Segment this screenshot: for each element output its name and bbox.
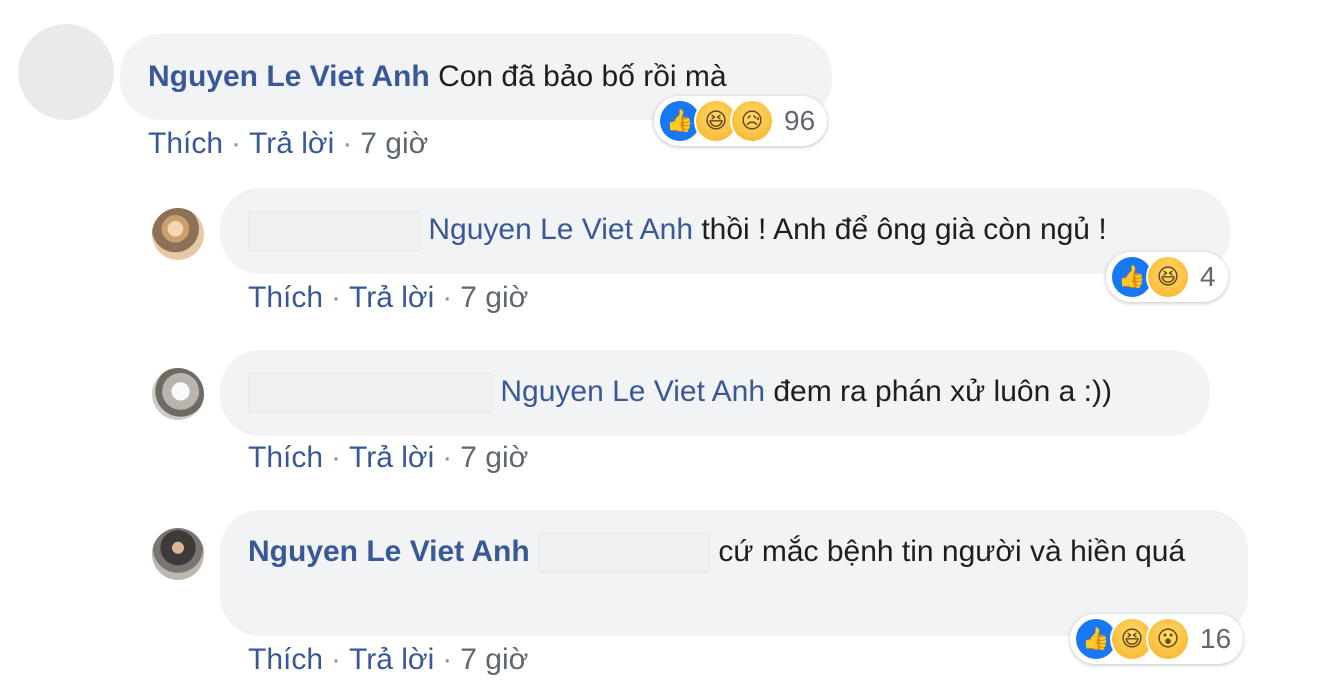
avatar[interactable]	[152, 528, 204, 580]
reply-bubble: Nguyen Le Viet Anh thồi ! Anh để ông già…	[220, 188, 1230, 274]
like-link[interactable]: Thích	[248, 643, 323, 676]
timestamp-link[interactable]: 7 giờ	[460, 643, 528, 676]
haha-icon: 😆	[1146, 255, 1190, 299]
comment-author-link[interactable]: Nguyen Le Viet Anh	[148, 60, 430, 93]
reaction-count: 4	[1200, 261, 1216, 292]
mention-link[interactable]: Nguyen Le Viet Anh	[428, 213, 693, 246]
separator: ·	[442, 281, 453, 314]
reply-link[interactable]: Trả lời	[349, 441, 434, 474]
mention-link[interactable]: Nguyen Le Viet Anh	[500, 375, 765, 408]
comment-text: đem ra phán xử luôn a :))	[773, 375, 1112, 408]
comment-actions: Thích · Trả lời · 7 giờ	[248, 280, 528, 316]
reply-link[interactable]: Trả lời	[349, 643, 434, 676]
redacted-name	[538, 533, 711, 574]
avatar[interactable]	[152, 368, 204, 420]
redacted-name	[248, 373, 492, 414]
reaction-count: 96	[784, 105, 816, 136]
separator: ·	[342, 127, 353, 160]
reply-link[interactable]: Trả lời	[349, 281, 434, 314]
reactions-summary[interactable]: 👍 😆 😮 16	[1070, 614, 1244, 664]
separator: ·	[231, 127, 242, 160]
separator: ·	[442, 643, 453, 676]
separator: ·	[331, 281, 342, 314]
comment-actions: Thích · Trả lời · 7 giờ	[248, 440, 528, 476]
comment-text: cứ mắc bệnh tin người và hiền quá	[718, 535, 1186, 568]
timestamp-link[interactable]: 7 giờ	[460, 441, 528, 474]
like-link[interactable]: Thích	[248, 441, 323, 474]
separator: ·	[331, 441, 342, 474]
reaction-count: 16	[1200, 623, 1232, 654]
sad-icon: 😥	[730, 99, 774, 143]
timestamp-link[interactable]: 7 giờ	[460, 281, 528, 314]
wow-icon: 😮	[1146, 617, 1190, 661]
reply-link[interactable]: Trả lời	[249, 127, 334, 160]
like-link[interactable]: Thích	[248, 281, 323, 314]
reactions-summary[interactable]: 👍 😆 😥 96	[654, 96, 828, 146]
separator: ·	[331, 643, 342, 676]
comment-actions: Thích · Trả lời · 7 giờ	[148, 126, 428, 162]
comment-actions: Thích · Trả lời · 7 giờ	[248, 642, 528, 678]
like-link[interactable]: Thích	[148, 127, 223, 160]
avatar[interactable]	[18, 24, 114, 120]
comment-text: thồi ! Anh để ông già còn ngủ !	[701, 213, 1107, 246]
reactions-summary[interactable]: 👍 😆 4	[1106, 252, 1228, 302]
redacted-name	[248, 211, 420, 252]
comment-author-link[interactable]: Nguyen Le Viet Anh	[248, 535, 530, 568]
timestamp-link[interactable]: 7 giờ	[360, 127, 428, 160]
comment-text: Con đã bảo bố rồi mà	[438, 60, 727, 93]
reply-bubble: Nguyen Le Viet Anh đem ra phán xử luôn a…	[220, 350, 1210, 436]
separator: ·	[442, 441, 453, 474]
avatar[interactable]	[152, 208, 204, 260]
